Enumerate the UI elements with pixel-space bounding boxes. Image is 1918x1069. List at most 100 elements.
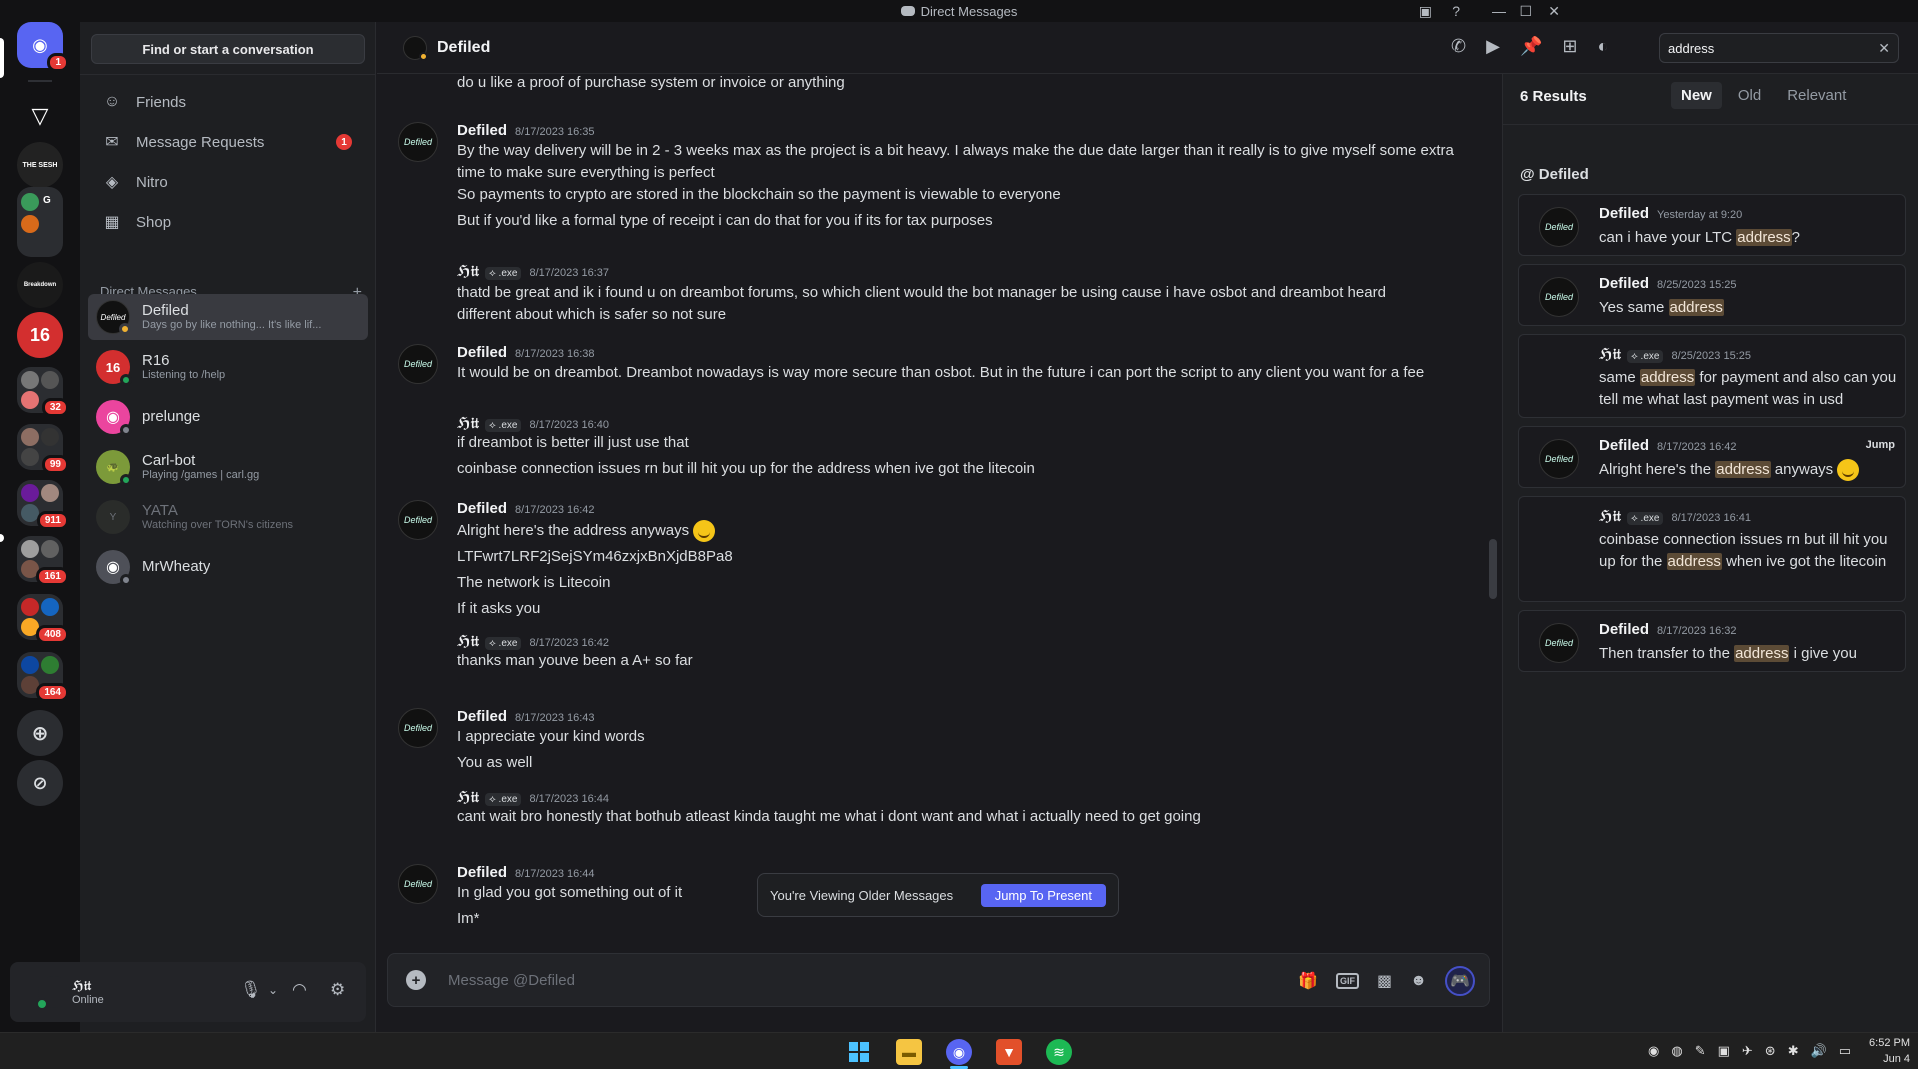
taskbar-clock[interactable]: 6:52 PM Jun 4 bbox=[1869, 1035, 1910, 1067]
chat-scrollbar[interactable] bbox=[1489, 539, 1497, 599]
maximize-button[interactable]: ☐ bbox=[1519, 0, 1532, 22]
search-result-card[interactable]: Defiled Defiled Yesterday at 9:20 can i h… bbox=[1518, 194, 1906, 256]
settings-gear-icon[interactable]: ⚙ bbox=[330, 980, 345, 1000]
emoji-icon[interactable]: ☻ bbox=[1410, 972, 1427, 990]
dm-item-carl-bot[interactable]: 🐢 Carl-bot Playing /games | carl.gg bbox=[88, 444, 368, 490]
tab-new[interactable]: New bbox=[1671, 82, 1722, 109]
server-folder-6[interactable]: 164 bbox=[17, 652, 69, 702]
tab-old[interactable]: Old bbox=[1728, 82, 1771, 109]
dm-item-defiled[interactable]: Defiled Defiled Days go by like nothing..… bbox=[88, 294, 368, 340]
gift-icon[interactable]: 🎁 bbox=[1298, 971, 1318, 991]
timestamp: 8/25/2023 15:25 bbox=[1657, 279, 1737, 291]
nav-friends[interactable]: ☺ Friends bbox=[92, 84, 364, 120]
file-explorer-icon[interactable]: ▬ bbox=[896, 1039, 922, 1065]
inbox-icon[interactable]: ▣ bbox=[1419, 0, 1432, 22]
search-result-card[interactable]: Defiled Defiled 8/17/2023 16:42 Alright h… bbox=[1518, 426, 1906, 488]
help-icon[interactable]: ? bbox=[1452, 0, 1460, 22]
author-name[interactable]: ℌ𝔦𝔱 bbox=[457, 262, 479, 280]
media-tray-icon[interactable]: ▣ bbox=[1718, 1043, 1730, 1059]
server-16[interactable]: 16 bbox=[17, 312, 63, 358]
server-folder-5[interactable]: 408 bbox=[17, 594, 69, 644]
user-profile-icon[interactable]: ◐ bbox=[1597, 36, 1608, 57]
pen-tray-icon[interactable]: ✎ bbox=[1695, 1043, 1706, 1059]
author-name[interactable]: Defiled bbox=[457, 864, 507, 881]
dm-item-prelunge[interactable]: ◉ prelunge bbox=[88, 394, 368, 440]
gif-icon[interactable]: GIF bbox=[1336, 973, 1360, 989]
search-result-card[interactable]: Defiled Defiled 8/25/2023 15:25 Yes same … bbox=[1518, 264, 1906, 326]
user-info[interactable]: ℌ𝔦𝔱 Online bbox=[72, 978, 104, 1006]
network-tray-icon[interactable]: ✈ bbox=[1742, 1043, 1753, 1059]
author-name[interactable]: Defiled bbox=[457, 708, 507, 725]
find-conversation-button[interactable]: Find or start a conversation bbox=[91, 34, 365, 64]
spotify-icon[interactable]: ≋ bbox=[1046, 1039, 1072, 1065]
dm-item-r16[interactable]: 16 R16 Listening to /help bbox=[88, 344, 368, 390]
attach-plus-icon[interactable]: + bbox=[406, 970, 426, 990]
author-avatar[interactable]: Defiled bbox=[398, 344, 438, 384]
server-badge: 408 bbox=[36, 625, 69, 644]
add-server-icon[interactable]: ⊕ bbox=[17, 710, 63, 756]
search-input[interactable]: address ✕ bbox=[1659, 33, 1899, 63]
server-folder-3[interactable]: 911 bbox=[17, 480, 69, 530]
server-folder-2[interactable]: 99 bbox=[17, 424, 69, 474]
home-button[interactable]: ◉ 1 bbox=[17, 22, 69, 72]
pin-icon[interactable]: 📌 bbox=[1520, 36, 1542, 57]
dm-name: Carl-bot bbox=[142, 452, 196, 470]
author-avatar[interactable]: Defiled bbox=[398, 864, 438, 904]
author-name[interactable]: Defiled bbox=[457, 500, 507, 517]
user-avatar[interactable] bbox=[36, 976, 70, 1010]
author-name[interactable]: Defiled bbox=[457, 344, 507, 361]
server-folder-4[interactable]: 161 bbox=[17, 536, 69, 586]
dm-item-mrwheaty[interactable]: ◉ MrWheaty bbox=[88, 544, 368, 590]
bluetooth-icon[interactable]: ✱ bbox=[1788, 1043, 1799, 1059]
add-friends-icon[interactable]: ⊞ bbox=[1562, 36, 1577, 57]
jump-to-present-button[interactable]: Jump To Present bbox=[980, 883, 1106, 907]
video-call-icon[interactable]: ▶ bbox=[1486, 36, 1500, 57]
search-result-card[interactable]: Defiled Defiled 8/17/2023 16:32 Then tran… bbox=[1518, 610, 1906, 672]
windows-start-icon[interactable] bbox=[846, 1039, 872, 1065]
vpn-tray-icon[interactable]: ⊛ bbox=[1765, 1043, 1776, 1059]
author-name[interactable]: Defiled bbox=[457, 122, 507, 139]
nav-message-requests[interactable]: ✉ Message Requests 1 bbox=[92, 124, 364, 160]
server-v-icon[interactable]: ▽ bbox=[17, 93, 63, 139]
dm-item-yata[interactable]: Y YATA Watching over TORN's citizens bbox=[88, 494, 368, 540]
clear-search-icon[interactable]: ✕ bbox=[1878, 40, 1890, 57]
tab-relevant[interactable]: Relevant bbox=[1777, 82, 1856, 109]
nav-label: Nitro bbox=[136, 173, 168, 191]
nav-nitro[interactable]: ◈ Nitro bbox=[92, 164, 364, 200]
author-avatar[interactable]: Defiled bbox=[398, 500, 438, 540]
headphones-icon[interactable]: ◠ bbox=[292, 980, 307, 1000]
timestamp: 8/17/2023 16:42 bbox=[1657, 441, 1737, 453]
result-text: Then transfer to the bbox=[1599, 645, 1735, 662]
search-result-card[interactable]: ℌ𝔦𝔱 ⟡ .exe 8/17/2023 16:41 coinbase connec… bbox=[1518, 496, 1906, 602]
author-name[interactable]: ℌ𝔦𝔱 bbox=[457, 414, 479, 432]
slight-smile-emoji-icon[interactable] bbox=[693, 520, 716, 543]
chevron-down-icon[interactable]: ⌄ bbox=[268, 983, 278, 997]
message-text: I appreciate your kind words bbox=[457, 728, 645, 745]
minimize-button[interactable]: — bbox=[1492, 0, 1506, 22]
message-composer[interactable]: + Message @Defiled 🎁 GIF ▩ ☻ 🎮 bbox=[387, 953, 1490, 1007]
server-the-sesh[interactable]: THE SESH bbox=[17, 142, 63, 188]
author-avatar[interactable]: Defiled bbox=[398, 122, 438, 162]
display-icon[interactable]: ▭ bbox=[1839, 1043, 1851, 1059]
volume-icon[interactable]: 🔊 bbox=[1811, 1043, 1827, 1059]
jump-button[interactable]: Jump bbox=[1866, 439, 1895, 451]
search-result-card[interactable]: ℌ𝔦𝔱 ⟡ .exe 8/25/2023 15:25 same address fo… bbox=[1518, 334, 1906, 418]
sticker-icon[interactable]: ▩ bbox=[1377, 971, 1392, 991]
discover-icon[interactable]: ⊘ bbox=[17, 760, 63, 806]
server-breakdown[interactable]: Breakdown bbox=[17, 262, 63, 308]
timestamp: 8/17/2023 16:35 bbox=[515, 126, 595, 138]
author-name[interactable]: ℌ𝔦𝔱 bbox=[457, 632, 479, 650]
discord-taskbar-icon[interactable]: ◉ bbox=[946, 1039, 972, 1065]
brave-browser-icon[interactable]: ▼ bbox=[996, 1039, 1022, 1065]
activities-controller-icon[interactable]: 🎮 bbox=[1445, 966, 1475, 996]
app-tray-icon[interactable]: ◍ bbox=[1671, 1043, 1682, 1059]
server-folder-g[interactable]: G bbox=[17, 187, 63, 257]
nav-shop[interactable]: ▦ Shop bbox=[92, 204, 364, 240]
author-name[interactable]: ℌ𝔦𝔱 bbox=[457, 788, 479, 806]
author-avatar[interactable]: Defiled bbox=[398, 708, 438, 748]
server-folder-1[interactable]: 32 bbox=[17, 367, 69, 417]
microphone-icon[interactable]: 🎙 bbox=[240, 980, 262, 1000]
voice-call-icon[interactable]: ✆ bbox=[1451, 36, 1466, 57]
discord-tray-icon[interactable]: ◉ bbox=[1648, 1043, 1659, 1059]
close-window-button[interactable]: ✕ bbox=[1548, 0, 1560, 22]
